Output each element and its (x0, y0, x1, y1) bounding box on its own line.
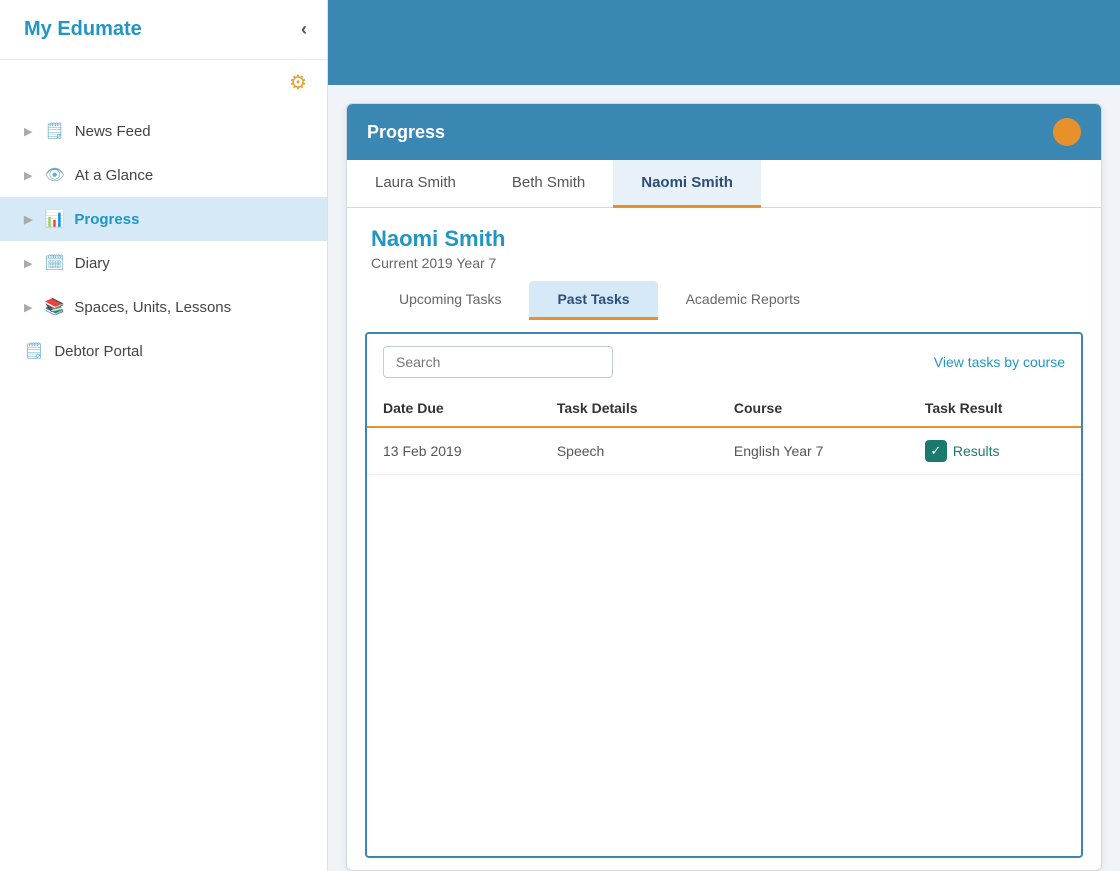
sidebar-item-at-a-glance[interactable]: ▶ 👁 At a Glance (0, 153, 327, 197)
task-tabs: Upcoming Tasks Past Tasks Academic Repor… (347, 281, 1101, 320)
spaces-icon: 📚 (44, 297, 64, 317)
tab-naomi-smith[interactable]: Naomi Smith (613, 160, 761, 208)
sidebar-item-progress[interactable]: ▶ 📊 Progress (0, 197, 327, 241)
sidebar: My Edumate ‹ ⚙ ▶ 🗒 News Feed ▶ 👁 At a Gl… (0, 0, 328, 871)
sidebar-item-label: Debtor Portal (54, 343, 142, 360)
sidebar-nav: ▶ 🗒 News Feed ▶ 👁 At a Glance ▶ 📊 Progre… (0, 101, 327, 381)
sidebar-item-label: At a Glance (75, 167, 153, 184)
table-row: 13 Feb 2019 Speech English Year 7 ✓ Resu… (367, 427, 1081, 475)
tab-upcoming-tasks[interactable]: Upcoming Tasks (371, 281, 529, 320)
table-header-row: Date Due Task Details Course Task Result (367, 390, 1081, 427)
orange-dot-icon (1053, 118, 1081, 146)
results-link[interactable]: ✓ Results (925, 440, 1065, 462)
sidebar-item-spaces-units-lessons[interactable]: ▶ 📚 Spaces, Units, Lessons (0, 285, 327, 329)
sidebar-item-diary[interactable]: ▶ 🗓 Diary (0, 241, 327, 285)
main-area: Progress Laura Smith Beth Smith Naomi Sm… (328, 0, 1120, 871)
results-label: Results (953, 443, 1000, 459)
tab-beth-smith[interactable]: Beth Smith (484, 160, 613, 208)
sidebar-header: My Edumate ‹ (0, 0, 327, 60)
card-container: Progress Laura Smith Beth Smith Naomi Sm… (328, 85, 1120, 871)
arrow-icon: ▶ (24, 125, 32, 138)
arrow-icon: ▶ (24, 301, 32, 314)
col-task-details: Task Details (541, 390, 718, 427)
news-feed-icon: 🗒 (44, 121, 64, 141)
check-icon: ✓ (925, 440, 947, 462)
task-table: Date Due Task Details Course Task Result… (367, 390, 1081, 475)
col-date-due: Date Due (367, 390, 541, 427)
gear-icon[interactable]: ⚙ (289, 70, 307, 95)
task-content: View tasks by course Date Due Task Detai… (365, 332, 1083, 858)
cell-task: Speech (541, 427, 718, 475)
arrow-icon: ▶ (24, 169, 32, 182)
sidebar-item-debtor-portal[interactable]: 🗒 Debtor Portal (0, 329, 327, 373)
search-input[interactable] (383, 346, 613, 378)
arrow-icon: ▶ (24, 213, 32, 226)
settings-area: ⚙ (0, 60, 327, 101)
tab-past-tasks[interactable]: Past Tasks (529, 281, 657, 320)
sidebar-item-news-feed[interactable]: ▶ 🗒 News Feed (0, 109, 327, 153)
tab-laura-smith[interactable]: Laura Smith (347, 160, 484, 208)
col-course: Course (718, 390, 909, 427)
card-header: Progress (347, 104, 1101, 160)
eye-icon: 👁 (44, 165, 64, 185)
progress-icon: 📊 (44, 209, 64, 229)
card-title: Progress (367, 122, 445, 143)
arrow-icon: ▶ (24, 257, 32, 270)
top-bar (328, 0, 1120, 85)
sidebar-item-label: Progress (74, 211, 139, 228)
debtor-icon: 🗒 (24, 341, 44, 361)
sidebar-item-label: News Feed (75, 123, 151, 140)
view-tasks-by-course-link[interactable]: View tasks by course (934, 354, 1065, 370)
sidebar-title: My Edumate (24, 18, 142, 41)
progress-card: Progress Laura Smith Beth Smith Naomi Sm… (346, 103, 1102, 871)
cell-course: English Year 7 (718, 427, 909, 475)
student-name: Naomi Smith (371, 226, 1077, 252)
cell-result: ✓ Results (909, 427, 1081, 475)
collapse-button[interactable]: ‹ (301, 19, 307, 40)
tab-academic-reports[interactable]: Academic Reports (658, 281, 828, 320)
col-task-result: Task Result (909, 390, 1081, 427)
cell-date: 13 Feb 2019 (367, 427, 541, 475)
student-info: Naomi Smith Current 2019 Year 7 (347, 208, 1101, 281)
sidebar-item-label: Spaces, Units, Lessons (74, 299, 231, 316)
task-toolbar: View tasks by course (367, 334, 1081, 390)
diary-icon: 🗓 (44, 253, 64, 273)
sidebar-item-label: Diary (75, 255, 110, 272)
student-tabs: Laura Smith Beth Smith Naomi Smith (347, 160, 1101, 208)
student-year: Current 2019 Year 7 (371, 255, 1077, 271)
